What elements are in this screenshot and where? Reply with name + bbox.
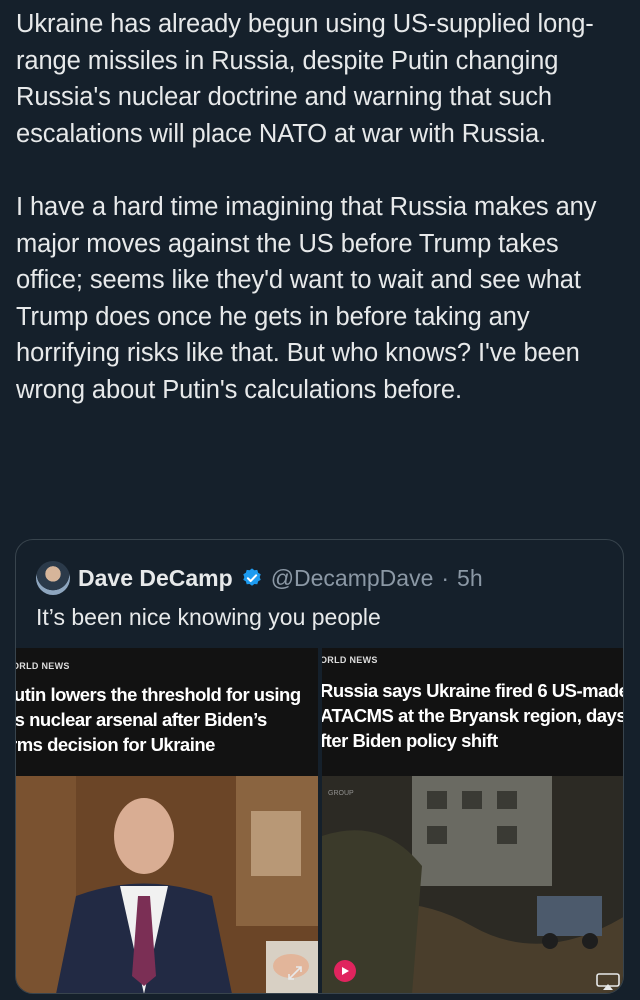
media-image-left[interactable]: ORLD NEWS 'utin lowers the threshold for…	[16, 648, 318, 993]
quoted-post-header: Dave DeCamp @DecampDave · 5h	[36, 560, 483, 596]
news-headline: 'utin lowers the threshold for using is …	[16, 684, 301, 755]
headline-block: ORLD NEWS Russia says Ukraine fired 6 US…	[322, 648, 624, 776]
news-headline: Russia says Ukraine fired 6 US-made ATAC…	[322, 680, 624, 751]
post-body: Ukraine has already begun using US-suppl…	[16, 6, 626, 445]
verified-badge-icon	[242, 568, 261, 586]
media-grid: ORLD NEWS 'utin lowers the threshold for…	[16, 648, 624, 993]
meta-separator: ·	[441, 564, 450, 591]
video-watermark: GROUP	[328, 790, 354, 797]
author-handle[interactable]: @DecampDave	[271, 565, 434, 592]
photo-putin-at-desk	[16, 776, 318, 993]
post-timestamp[interactable]: 5h	[457, 565, 483, 592]
airplay-icon[interactable]	[595, 972, 621, 992]
expand-glyph	[288, 966, 302, 980]
expand-icon[interactable]	[282, 960, 308, 986]
photo-illustration	[16, 776, 318, 993]
play-glyph	[342, 967, 349, 975]
post-paragraph-2: I have a hard time imagining that Russia…	[16, 193, 597, 404]
video-illustration	[322, 776, 623, 993]
video-thumbnail-ruins: GROUP	[322, 776, 623, 993]
author-name[interactable]: Dave DeCamp	[78, 565, 233, 592]
news-kicker: ORLD NEWS	[322, 655, 378, 665]
headline-block: ORLD NEWS 'utin lowers the threshold for…	[16, 648, 318, 776]
media-video-right[interactable]: ORLD NEWS Russia says Ukraine fired 6 US…	[322, 648, 624, 993]
post-paragraph-1: Ukraine has already begun using US-suppl…	[16, 10, 594, 148]
news-kicker: ORLD NEWS	[16, 661, 70, 671]
avatar[interactable]	[36, 561, 70, 595]
play-icon[interactable]	[334, 960, 356, 982]
quoted-post-text: It’s been nice knowing you people	[36, 604, 381, 630]
quoted-post-card[interactable]: Dave DeCamp @DecampDave · 5h It’s been n…	[15, 539, 624, 994]
